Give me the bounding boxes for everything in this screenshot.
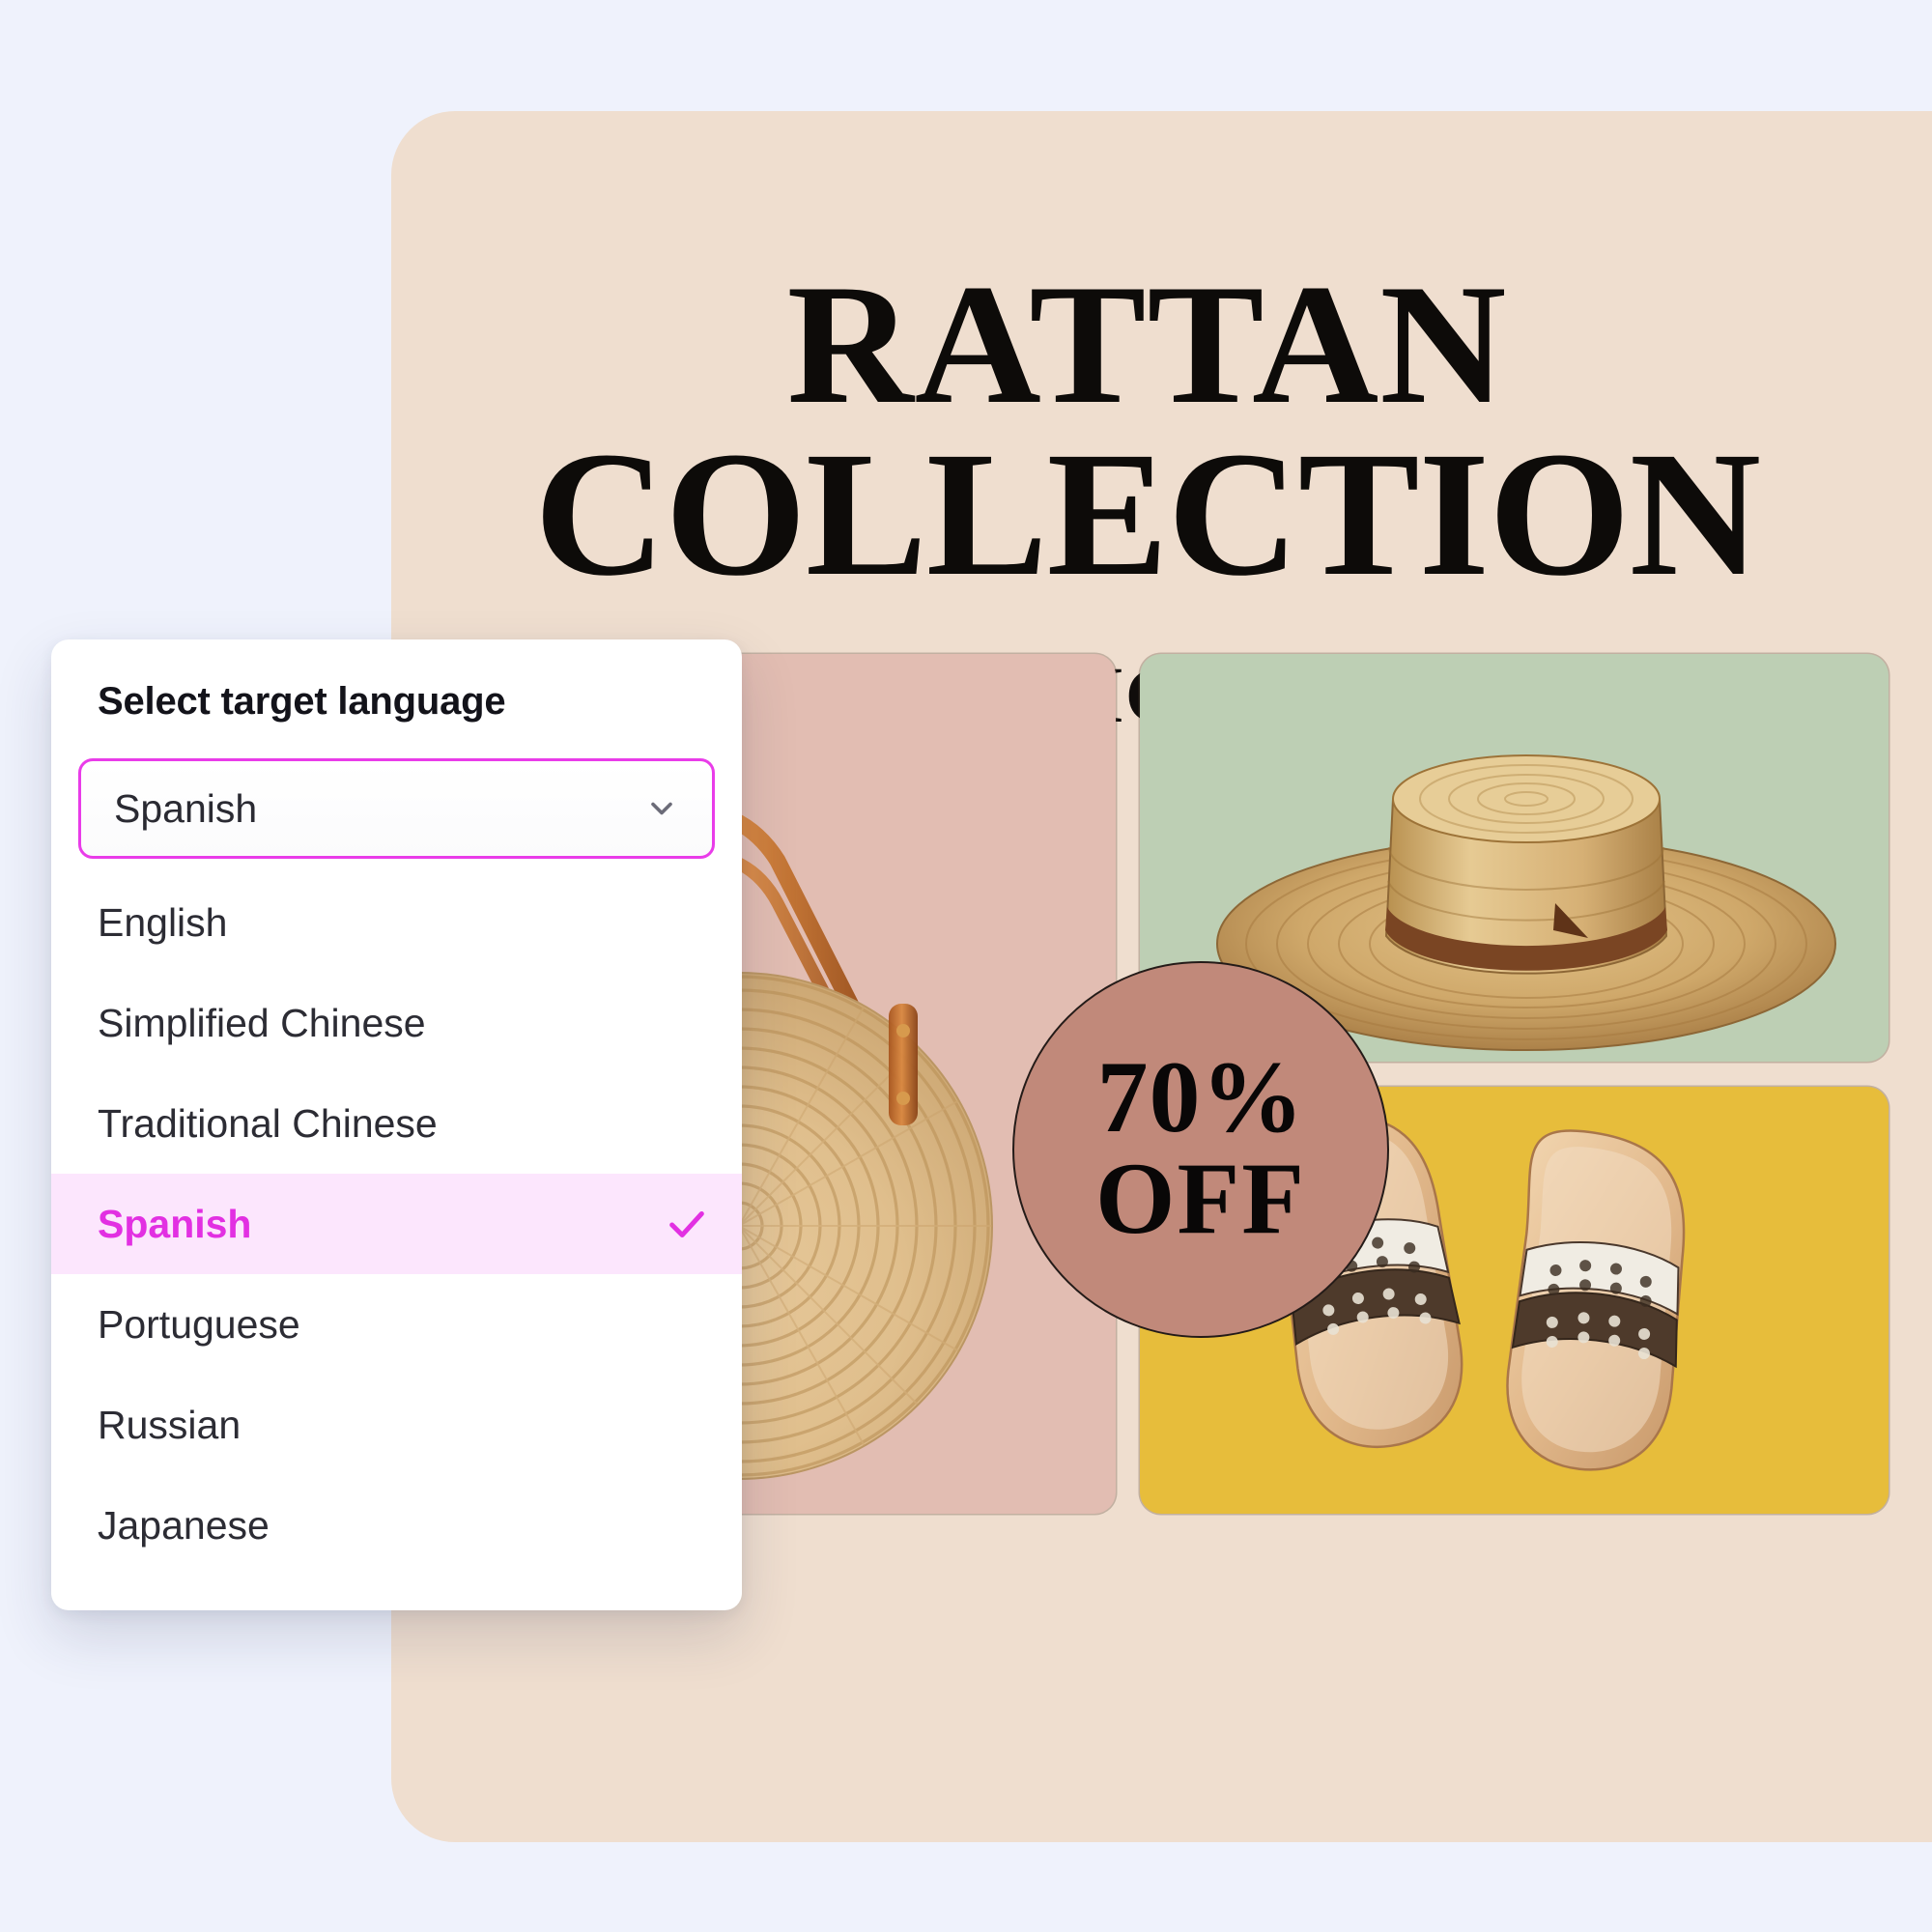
check-icon (669, 1210, 704, 1237)
language-option-label: Spanish (98, 1201, 252, 1246)
language-options-list: English Simplified Chinese Traditional C… (51, 872, 742, 1610)
language-option-japanese[interactable]: Japanese (51, 1475, 742, 1576)
language-option-english[interactable]: English (51, 872, 742, 973)
language-option-spanish[interactable]: Spanish (51, 1174, 742, 1274)
language-option-russian[interactable]: Russian (51, 1375, 742, 1475)
language-option-label: Russian (98, 1402, 242, 1447)
language-option-traditional-chinese[interactable]: Traditional Chinese (51, 1073, 742, 1174)
language-option-simplified-chinese[interactable]: Simplified Chinese (51, 973, 742, 1073)
language-option-portuguese[interactable]: Portuguese (51, 1274, 742, 1375)
dialog-title: Select target language (98, 680, 506, 723)
select-target-language-dialog: Select target language Spanish English S… (51, 639, 742, 1610)
language-select-trigger[interactable]: Spanish (78, 758, 715, 859)
poster-title-line2: COLLECTION (533, 414, 1761, 613)
language-option-label: Japanese (98, 1502, 270, 1548)
discount-badge: 70% OFF (1012, 961, 1389, 1338)
chevron-down-icon (651, 802, 672, 815)
language-select-value: Spanish (114, 785, 258, 831)
discount-badge-percent: 70% (1096, 1040, 1305, 1154)
poster-title-line1: RATTAN (786, 248, 1508, 440)
discount-badge-label: OFF (1095, 1141, 1306, 1255)
language-option-label: English (98, 899, 228, 945)
language-option-label: Simplified Chinese (98, 1000, 426, 1045)
language-option-label: Traditional Chinese (98, 1100, 438, 1146)
language-option-label: Portuguese (98, 1301, 300, 1347)
poster-title: RATTAN COLLECTION (391, 258, 1918, 613)
